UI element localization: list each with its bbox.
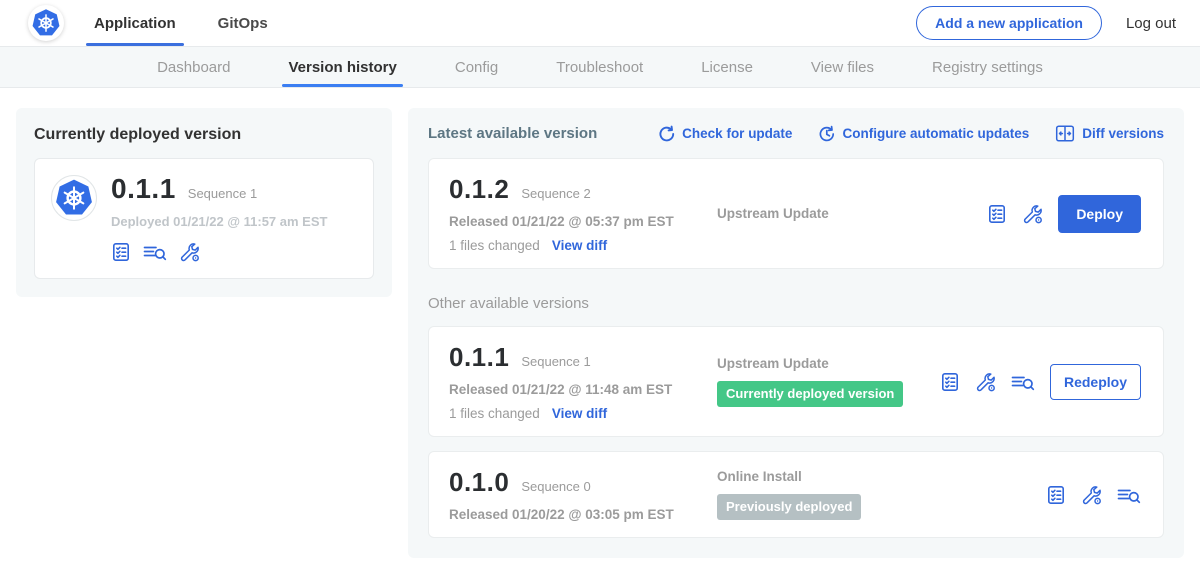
tab-gitops[interactable]: GitOps [216, 0, 270, 46]
sequence-label: Sequence 1 [521, 354, 590, 369]
released-timestamp: Released 01/21/22 @ 11:48 am EST [449, 382, 701, 397]
tab-application[interactable]: Application [92, 0, 178, 46]
logout-link[interactable]: Log out [1126, 15, 1176, 32]
tab-gitops-label: GitOps [218, 15, 268, 32]
view-diff-link[interactable]: View diff [552, 406, 607, 421]
version-card-0-1-0: 0.1.0 Sequence 0 Released 01/20/22 @ 03:… [428, 451, 1164, 538]
diff-versions-label: Diff versions [1082, 126, 1164, 141]
version-number: 0.1.1 [449, 342, 509, 373]
released-timestamp: Released 01/20/22 @ 03:05 pm EST [449, 507, 701, 522]
main-content: Currently deployed version 0.1.1 Sequenc… [0, 88, 1200, 558]
currently-deployed-card: 0.1.1 Sequence 1 Deployed 01/21/22 @ 11:… [34, 158, 374, 279]
deploy-logs-icon[interactable] [143, 243, 167, 261]
sequence-label: Sequence 0 [521, 479, 590, 494]
preflight-checklist-icon[interactable] [940, 372, 960, 392]
currently-deployed-title: Currently deployed version [34, 126, 374, 144]
latest-available-title: Latest available version [428, 125, 597, 142]
version-source-label: Online Install [717, 469, 1046, 484]
previously-deployed-badge: Previously deployed [717, 494, 861, 520]
config-wrench-gear-icon[interactable] [1081, 485, 1102, 505]
refresh-icon [658, 125, 675, 143]
released-timestamp: Released 01/21/22 @ 05:37 pm EST [449, 214, 701, 229]
subnav-config[interactable]: Config [455, 47, 498, 87]
configure-automatic-updates-label: Configure automatic updates [842, 126, 1029, 141]
subnav-troubleshoot[interactable]: Troubleshoot [556, 47, 643, 87]
deploy-logs-icon[interactable] [1117, 486, 1141, 504]
currently-deployed-panel: Currently deployed version 0.1.1 Sequenc… [16, 108, 392, 297]
view-diff-link[interactable]: View diff [552, 238, 607, 253]
version-history-panel: Latest available version Check for updat… [408, 108, 1184, 558]
diff-versions-link[interactable]: Diff versions [1055, 124, 1164, 143]
subnav-license[interactable]: License [701, 47, 753, 87]
other-available-versions-title: Other available versions [428, 295, 1164, 312]
version-card-0-1-1: 0.1.1 Sequence 1 Released 01/21/22 @ 11:… [428, 326, 1164, 437]
schedule-icon [818, 125, 835, 143]
preflight-checklist-icon[interactable] [987, 204, 1007, 224]
deploy-logs-icon[interactable] [1011, 373, 1035, 391]
deploy-button[interactable]: Deploy [1058, 195, 1141, 233]
subnav-dashboard[interactable]: Dashboard [157, 47, 230, 87]
current-deployed-timestamp: Deployed 01/21/22 @ 11:57 am EST [111, 214, 327, 229]
configure-automatic-updates-link[interactable]: Configure automatic updates [818, 125, 1029, 143]
preflight-checklist-icon[interactable] [111, 242, 131, 262]
current-version-number: 0.1.1 [111, 173, 176, 205]
config-wrench-gear-icon[interactable] [975, 372, 996, 392]
version-source-label: Upstream Update [717, 206, 987, 221]
kubernetes-logo-icon [28, 5, 64, 41]
check-for-update-link[interactable]: Check for update [658, 125, 792, 143]
top-nav: Application GitOps Add a new application… [0, 0, 1200, 46]
check-for-update-label: Check for update [682, 126, 792, 141]
subnav-view-files[interactable]: View files [811, 47, 874, 87]
tab-application-label: Application [94, 15, 176, 32]
version-source-label: Upstream Update [717, 356, 940, 371]
currently-deployed-badge: Currently deployed version [717, 381, 903, 407]
config-wrench-gear-icon[interactable] [1022, 204, 1043, 224]
add-new-application-button[interactable]: Add a new application [916, 6, 1102, 40]
config-wrench-gear-icon[interactable] [179, 242, 200, 262]
version-card-0-1-2: 0.1.2 Sequence 2 Released 01/21/22 @ 05:… [428, 158, 1164, 269]
subnav-version-history[interactable]: Version history [288, 47, 396, 87]
version-number: 0.1.0 [449, 467, 509, 498]
sequence-label: Sequence 2 [521, 186, 590, 201]
version-number: 0.1.2 [449, 174, 509, 205]
diff-icon [1055, 124, 1075, 143]
current-sequence-label: Sequence 1 [188, 186, 257, 201]
app-sub-nav: Dashboard Version history Config Trouble… [0, 46, 1200, 88]
app-kubernetes-icon [51, 175, 97, 221]
files-changed-label: 1 files changed [449, 238, 540, 253]
subnav-registry-settings[interactable]: Registry settings [932, 47, 1043, 87]
preflight-checklist-icon[interactable] [1046, 485, 1066, 505]
files-changed-label: 1 files changed [449, 406, 540, 421]
redeploy-button[interactable]: Redeploy [1050, 364, 1141, 400]
